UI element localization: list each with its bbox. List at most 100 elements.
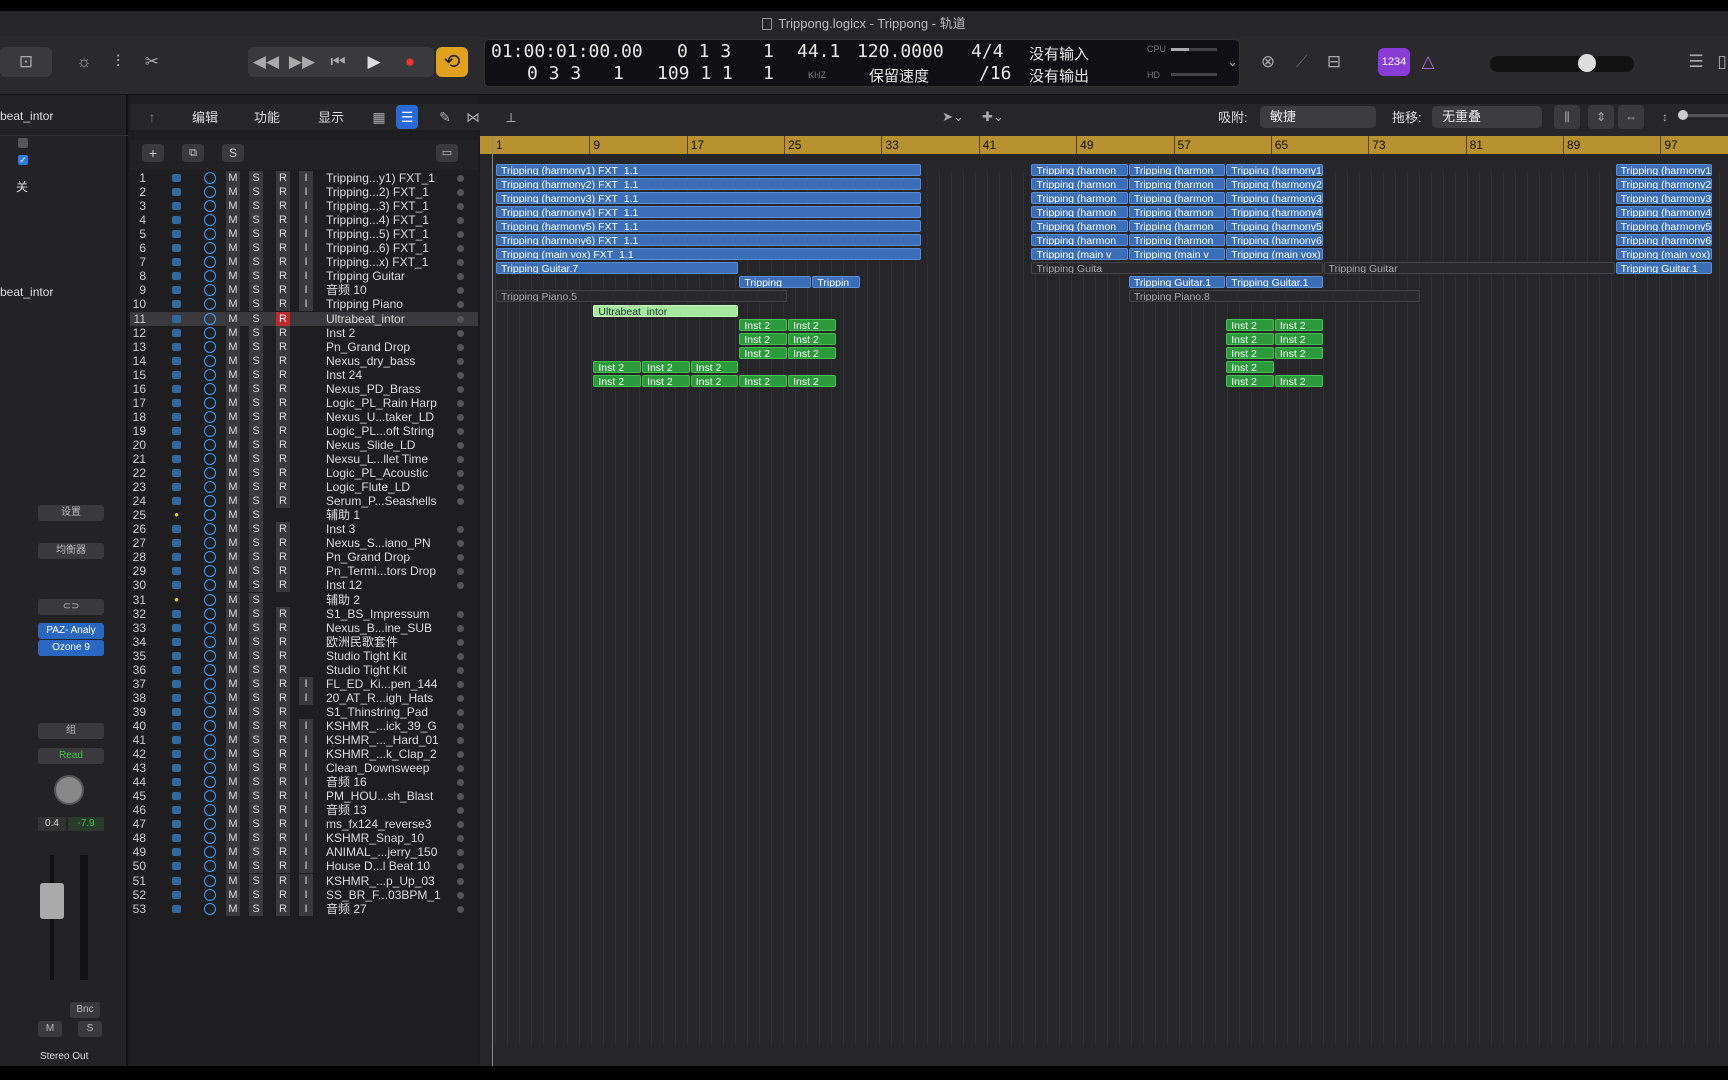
track-power-button[interactable]	[204, 832, 216, 845]
track-name[interactable]: Nexus_S...iano_PN	[326, 536, 456, 550]
record-enable-button[interactable]: R	[276, 311, 290, 326]
mute-button[interactable]: M	[226, 171, 240, 185]
record-enable-button[interactable]: R	[276, 381, 290, 396]
record-enable-button[interactable]: R	[276, 395, 290, 410]
record-enable-button[interactable]: R	[276, 339, 290, 354]
mute-button[interactable]: M	[226, 325, 240, 340]
mute-button[interactable]: M	[226, 873, 240, 888]
track-name[interactable]: Nexus_Slide_LD	[326, 438, 456, 452]
solo-button[interactable]: S	[249, 789, 263, 804]
region[interactable]: Tripping (main v	[1031, 248, 1128, 261]
solo-button[interactable]: S	[249, 704, 263, 719]
track-power-button[interactable]	[204, 368, 216, 381]
track-name[interactable]: Inst 3	[326, 522, 456, 536]
record-enable-button[interactable]: R	[276, 409, 290, 424]
track-row[interactable]: 32 M S R S1_BS_Impressum	[130, 606, 478, 621]
region[interactable]: Tripping (main vox) FXT_1.1	[496, 248, 921, 261]
region[interactable]: Inst 2	[1226, 360, 1274, 373]
track-power-button[interactable]	[204, 762, 216, 775]
track-row[interactable]: 43 M S R I Clean_Downsweep	[130, 761, 478, 776]
collapse-icon[interactable]: ▭	[436, 144, 458, 162]
track-power-button[interactable]	[204, 509, 216, 522]
mute-button[interactable]: M	[226, 255, 240, 270]
record-enable-button[interactable]: R	[276, 241, 290, 256]
solo-button[interactable]: S	[249, 606, 263, 621]
settings-button[interactable]: 设置	[38, 505, 104, 521]
lcd-tempo-mode[interactable]: 保留速度	[869, 65, 929, 86]
input-monitor-button[interactable]: I	[299, 185, 313, 200]
mute-button[interactable]: M	[226, 859, 240, 874]
track-row[interactable]: 38 M S R I 20_AT_R...igh_Hats	[130, 690, 478, 705]
input-monitor-button[interactable]: I	[299, 718, 313, 733]
track-name[interactable]: 欧洲民歌套件	[326, 635, 456, 649]
track-power-button[interactable]	[204, 396, 216, 409]
region[interactable]: Tripping Guitar	[1323, 262, 1615, 275]
solo-button[interactable]: S	[249, 747, 263, 762]
track-name[interactable]: Logic_PL_Acoustic	[326, 466, 456, 480]
region[interactable]: Tripping Guita	[1031, 262, 1323, 275]
track-name[interactable]: PM_HOU...sh_Blast	[326, 789, 456, 803]
region[interactable]: Tripping Guitar.1	[1226, 276, 1323, 289]
solo-button[interactable]: S	[249, 803, 263, 818]
track-row[interactable]: 22 M S R Logic_PL_Acoustic	[130, 466, 478, 481]
input-monitor-button[interactable]: I	[299, 283, 313, 298]
mute-button[interactable]: M	[226, 620, 240, 635]
track-row[interactable]: 31 ● M S 辅助 2	[130, 592, 478, 607]
mute-button[interactable]: M	[226, 381, 240, 396]
track-row[interactable]: 11 M S R Ultrabeat_intor	[130, 311, 478, 326]
playhead[interactable]	[492, 136, 493, 1080]
record-enable-button[interactable]: R	[276, 466, 290, 481]
track-power-button[interactable]	[204, 467, 216, 480]
region[interactable]: Inst 2	[739, 332, 788, 345]
track-name[interactable]: Logic_PL...oft String	[326, 424, 456, 438]
track-power-button[interactable]	[204, 776, 216, 789]
region[interactable]: Inst 2	[1226, 332, 1274, 345]
automation-mode[interactable]: Read	[38, 748, 104, 764]
region[interactable]: Tripping Piano.8	[1128, 290, 1420, 303]
mute-button[interactable]: M	[226, 395, 240, 410]
record-icon[interactable]: ●	[396, 50, 424, 74]
mute-button[interactable]: M	[226, 241, 240, 256]
track-power-button[interactable]	[204, 453, 216, 465]
region[interactable]: Tripping (harmony5) FXT_1.1	[496, 220, 921, 233]
solo-button[interactable]: S	[249, 213, 263, 228]
region[interactable]: Tripping (harmony1) FXT_1.1	[496, 164, 921, 176]
solo-button[interactable]: S	[249, 648, 263, 663]
track-power-button[interactable]	[204, 663, 216, 676]
input-monitor-button[interactable]: I	[299, 845, 313, 860]
group-slot[interactable]: 组	[38, 723, 104, 739]
record-enable-button[interactable]: R	[276, 662, 290, 677]
region[interactable]: Tripping (harmony5	[1615, 220, 1712, 233]
record-enable-button[interactable]: R	[276, 733, 290, 747]
track-name[interactable]: Studio Tight Kit	[326, 663, 456, 677]
track-power-button[interactable]	[204, 228, 216, 241]
region[interactable]: Inst 2	[1274, 318, 1323, 331]
track-power-button[interactable]	[204, 790, 216, 803]
mute-button[interactable]: M	[226, 269, 240, 284]
track-name[interactable]: Studio Tight Kit	[326, 649, 456, 663]
solo-button[interactable]: S	[249, 634, 263, 649]
cycle-button[interactable]: ⟲	[436, 47, 468, 77]
input-monitor-button[interactable]: I	[299, 690, 313, 705]
track-name[interactable]: 音频 27	[326, 902, 456, 916]
record-enable-button[interactable]: R	[276, 522, 290, 537]
track-row[interactable]: 6 M S R I Tripping...6) FXT_1	[130, 241, 478, 256]
region[interactable]: Tripping (harmony6) FXT_1.1	[496, 234, 921, 247]
track-row[interactable]: 16 M S R Nexus_PD_Brass	[130, 381, 478, 396]
record-enable-button[interactable]: R	[276, 283, 290, 298]
track-name[interactable]: Tripping...5) FXT_1	[326, 227, 456, 241]
track-power-button[interactable]	[204, 382, 216, 395]
region-name[interactable]: beat_intor	[0, 109, 53, 123]
record-enable-button[interactable]: R	[276, 718, 290, 733]
mute-button[interactable]: M	[226, 887, 240, 902]
track-name[interactable]: KSHMR_..._Hard_01	[326, 733, 456, 747]
solo-button[interactable]: S	[249, 761, 263, 776]
snap-select[interactable]: 敏捷	[1260, 106, 1376, 128]
back-icon[interactable]: ↑	[142, 105, 162, 129]
record-enable-button[interactable]: R	[276, 578, 290, 593]
region[interactable]: Tripping (harmony4	[1615, 206, 1712, 219]
mute-button[interactable]: M	[226, 831, 240, 846]
track-row[interactable]: 30 M S R Inst 12	[130, 578, 478, 593]
track-name[interactable]: Nexus_U...taker_LD	[326, 410, 456, 424]
track-name[interactable]: 音频 13	[326, 803, 456, 817]
